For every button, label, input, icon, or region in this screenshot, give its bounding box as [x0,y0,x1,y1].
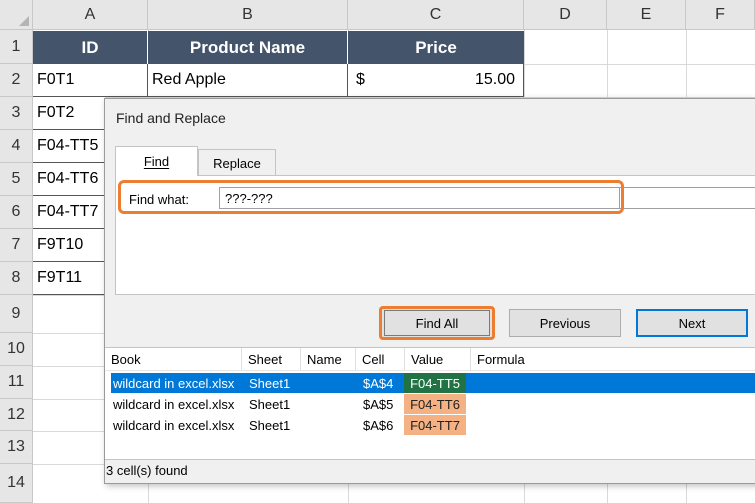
row-header-9[interactable]: 9 [0,295,33,333]
find-all-button-face: Find All [384,310,490,336]
row-header-5[interactable]: 5 [0,163,33,196]
row-header-14[interactable]: 14 [0,464,33,503]
tab-find-label: Find [143,154,170,169]
row-header-7[interactable]: 7 [0,229,33,262]
previous-button[interactable]: Previous [509,309,621,337]
result-sheet: Sheet1 [249,396,291,412]
results-list[interactable]: Book Sheet Name Cell Value Formula wildc… [105,347,755,460]
row-header-11[interactable]: 11 [0,366,33,399]
find-what-input-extension [620,187,755,209]
tab-replace[interactable]: Replace [198,149,276,177]
result-book: wildcard in excel.xlsx [113,396,235,412]
cell-a6[interactable]: F04-TT7 [33,196,105,229]
row-header-13[interactable]: 13 [0,431,33,464]
find-all-button[interactable]: Find All [379,306,495,340]
result-value: F04-TT6 [404,394,466,414]
result-cell: $A$5 [363,396,394,412]
results-header-sheet[interactable]: Sheet [242,348,301,371]
result-sheet: Sheet1 [249,375,291,391]
result-book: wildcard in excel.xlsx [113,417,235,433]
cell-c2[interactable]: $ 15.00 [348,64,524,97]
dialog-title: Find and Replace [116,110,226,126]
row-header-1[interactable]: 1 [0,30,33,64]
row-header-3[interactable]: 3 [0,97,33,130]
cell-a5[interactable]: F04-TT6 [33,163,105,196]
tab-find[interactable]: Find [115,146,198,176]
find-what-label: Find what: [129,192,189,207]
row-header-4[interactable]: 4 [0,130,33,163]
row-header-6[interactable]: 6 [0,196,33,229]
cell-a3[interactable]: F0T2 [33,97,105,130]
row-header-10[interactable]: 10 [0,333,33,366]
find-all-label: Find All [415,315,459,331]
status-text: 3 cell(s) found [106,463,188,478]
select-all-corner[interactable] [0,0,33,30]
cell-a7[interactable]: F9T10 [33,229,105,262]
result-sheet: Sheet1 [249,417,291,433]
column-header-d[interactable]: D [524,0,607,30]
column-header-a[interactable]: A [33,0,148,30]
result-book: wildcard in excel.xlsx [113,375,235,391]
cell-a8[interactable]: F9T11 [33,262,105,295]
results-header-book[interactable]: Book [105,348,242,371]
result-value: F04-TT7 [404,415,466,435]
column-header-e[interactable]: E [607,0,686,30]
find-replace-dialog: Find and Replace Find Replace Find what:… [104,98,755,484]
find-what-input[interactable]: ???-??? [219,187,620,209]
currency-symbol: $ [356,71,365,88]
previous-label: Previous [539,315,591,331]
results-header-name[interactable]: Name [301,348,356,371]
header-cell-id[interactable]: ID [33,31,148,64]
results-header-formula[interactable]: Formula [471,348,755,371]
cell-b2[interactable]: Red Apple [148,64,348,97]
row-header-12[interactable]: 12 [0,399,33,431]
column-header-c[interactable]: C [348,0,524,30]
price-value: 15.00 [474,71,515,88]
cell-a2[interactable]: F0T1 [33,64,148,97]
result-row[interactable]: wildcard in excel.xlsx Sheet1 $A$4 F04-T… [111,373,755,393]
result-cell: $A$4 [363,375,394,391]
result-value: F04-TT5 [404,373,466,393]
column-header-b[interactable]: B [148,0,348,30]
result-row[interactable]: wildcard in excel.xlsx Sheet1 $A$5 F04-T… [111,394,755,414]
cell-a4[interactable]: F04-TT5 [33,130,105,163]
result-cell: $A$6 [363,417,394,433]
results-header-value[interactable]: Value [405,348,471,371]
results-header-cell[interactable]: Cell [356,348,405,371]
row-header-8[interactable]: 8 [0,262,33,295]
column-header-f[interactable]: F [686,0,755,30]
result-row[interactable]: wildcard in excel.xlsx Sheet1 $A$6 F04-T… [111,415,755,435]
next-label: Next [678,315,706,331]
next-button[interactable]: Next [636,309,748,337]
header-cell-price[interactable]: Price [348,31,524,64]
header-cell-product-name[interactable]: Product Name [148,31,348,64]
row-header-2[interactable]: 2 [0,64,33,97]
tab-replace-label: Replace [213,156,261,171]
